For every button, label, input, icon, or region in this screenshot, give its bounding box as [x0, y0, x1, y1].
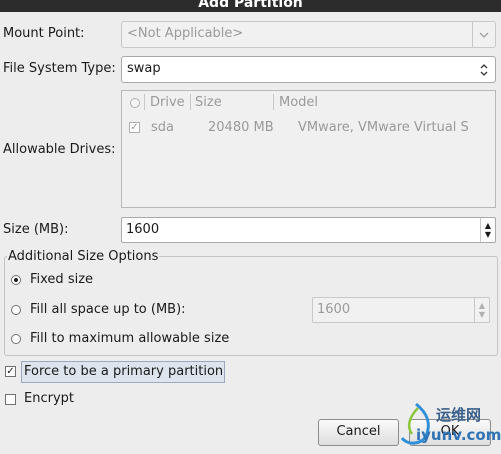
encrypt-checkbox[interactable] — [5, 394, 16, 405]
mount-point-label: Mount Point: — [3, 26, 85, 41]
fs-type-value: swap — [127, 61, 161, 76]
fill-up-to-radio[interactable] — [11, 305, 21, 315]
drive-name: sda — [151, 120, 174, 135]
window-title: Add Partition — [198, 0, 303, 11]
drive-model: VMware, VMware Virtual S — [298, 120, 469, 135]
fs-type-combo[interactable]: swap — [121, 56, 496, 83]
column-header-size[interactable]: Size — [195, 95, 222, 110]
chevron-down-icon — [472, 22, 495, 47]
drive-checkbox[interactable]: ✓ — [129, 122, 140, 133]
fill-up-to-spinbutton[interactable]: 1600 ▲ ▼ — [312, 297, 490, 323]
allowable-drives-label: Allowable Drives: — [3, 142, 116, 157]
column-divider — [273, 94, 274, 110]
mount-point-combo[interactable]: <Not Applicable> — [121, 21, 496, 48]
drives-table[interactable]: Drive Size Model ✓ sda 20480 MB VMware, … — [121, 90, 496, 208]
cancel-button[interactable]: Cancel — [318, 419, 399, 446]
column-divider — [144, 94, 145, 110]
fixed-size-label[interactable]: Fixed size — [30, 272, 93, 287]
column-divider — [190, 94, 191, 110]
fill-up-to-label[interactable]: Fill all space up to (MB): — [30, 302, 186, 317]
additional-size-options-legend: Additional Size Options — [7, 249, 160, 264]
fill-up-to-value: 1600 — [317, 302, 351, 317]
size-value: 1600 — [126, 222, 160, 237]
fs-type-label: File System Type: — [3, 61, 116, 76]
drive-size: 20480 MB — [208, 120, 274, 135]
ok-button[interactable]: OK — [409, 419, 491, 446]
title-bar: Add Partition — [0, 0, 501, 12]
size-stepper[interactable]: ▲ ▼ — [480, 218, 495, 242]
fill-maximum-radio[interactable] — [11, 334, 21, 344]
decrement-icon[interactable]: ▼ — [481, 230, 495, 239]
table-row[interactable]: ✓ sda 20480 MB VMware, VMware Virtual S — [122, 117, 495, 137]
force-primary-label[interactable]: Force to be a primary partition — [21, 361, 225, 383]
select-all-indicator[interactable] — [130, 98, 140, 108]
encrypt-label[interactable]: Encrypt — [24, 391, 74, 406]
column-header-drive[interactable]: Drive — [150, 95, 185, 110]
size-spinbutton[interactable]: 1600 ▲ ▼ — [121, 217, 496, 243]
increment-icon[interactable]: ▲ — [481, 221, 495, 230]
updown-chevron-icon — [473, 57, 495, 82]
column-header-model[interactable]: Model — [279, 95, 318, 110]
decrement-icon[interactable]: ▼ — [475, 310, 489, 319]
force-primary-checkbox[interactable]: ✓ — [5, 366, 16, 377]
size-label: Size (MB): — [3, 222, 69, 237]
fill-up-to-stepper[interactable]: ▲ ▼ — [474, 298, 489, 322]
increment-icon[interactable]: ▲ — [475, 301, 489, 310]
fill-maximum-label[interactable]: Fill to maximum allowable size — [30, 331, 229, 346]
fixed-size-radio[interactable] — [11, 275, 21, 285]
mount-point-value: <Not Applicable> — [127, 26, 244, 41]
drives-table-header: Drive Size Model — [122, 91, 495, 113]
